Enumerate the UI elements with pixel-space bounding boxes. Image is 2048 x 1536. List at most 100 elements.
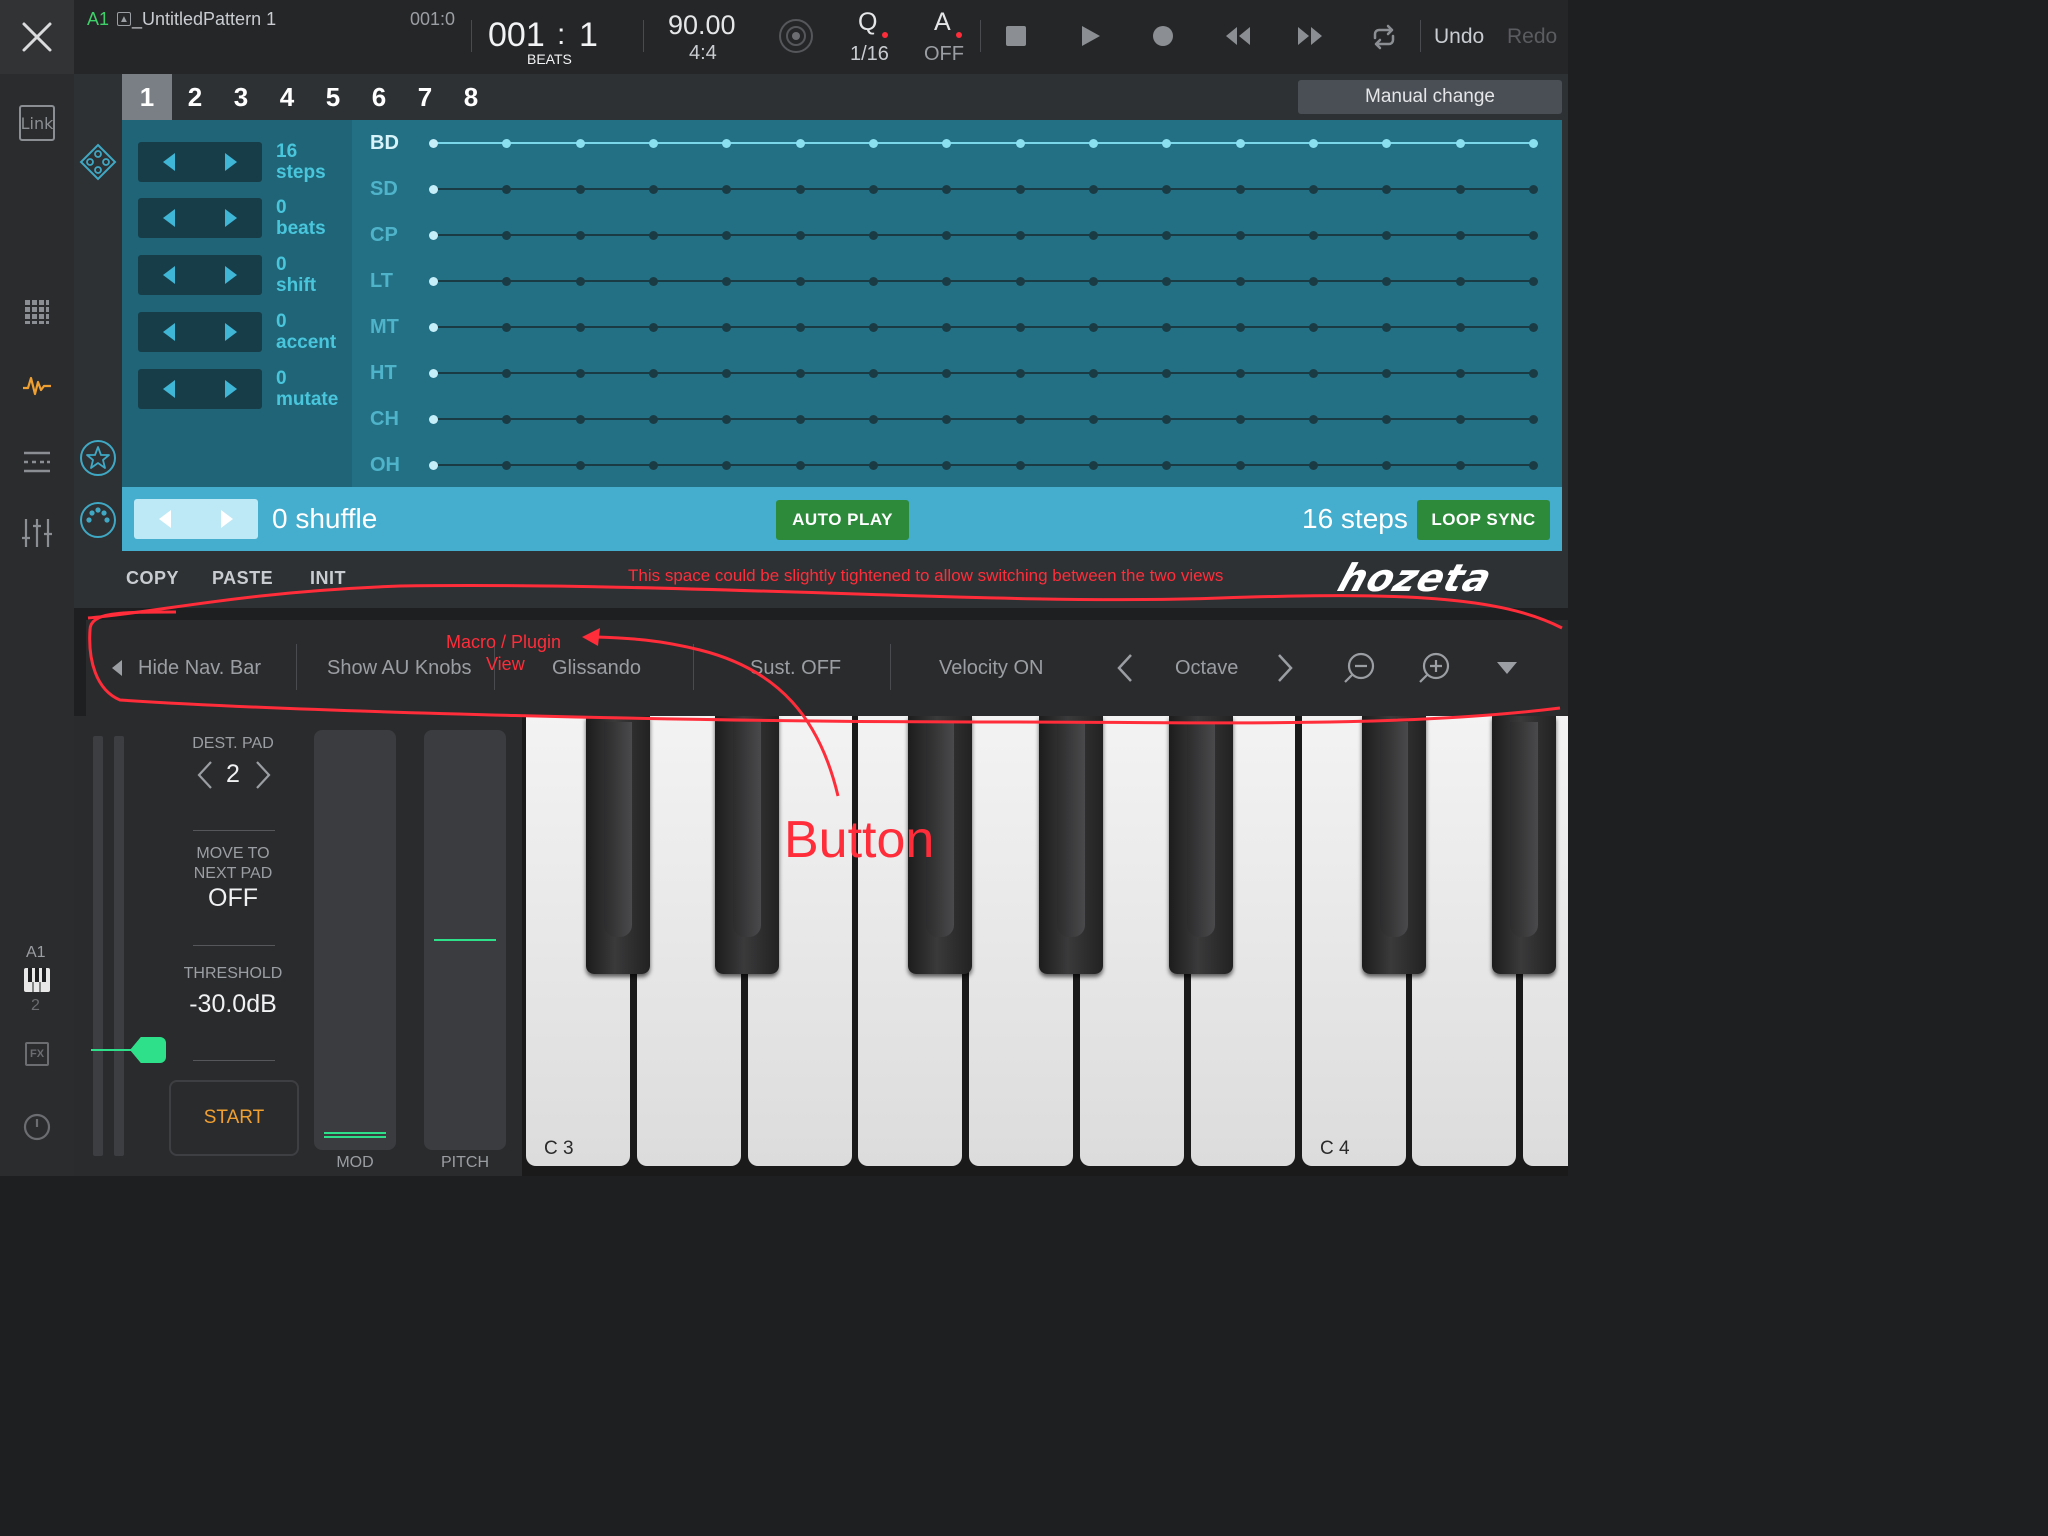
step-dot[interactable] <box>1382 323 1392 332</box>
step-dot[interactable] <box>575 323 585 332</box>
step-dot[interactable] <box>942 139 952 148</box>
step-dot[interactable] <box>1382 461 1392 470</box>
step-dot[interactable] <box>1382 185 1392 194</box>
arrow-right-icon[interactable] <box>216 508 238 530</box>
step-dot[interactable] <box>1309 323 1318 332</box>
step-dot[interactable] <box>1162 185 1172 194</box>
arrow-right-icon[interactable] <box>220 264 242 286</box>
drum-row-label[interactable]: MT <box>370 316 399 339</box>
step-dot[interactable] <box>502 461 512 470</box>
step-dot[interactable] <box>1162 323 1172 332</box>
step-dot[interactable] <box>869 415 878 424</box>
black-key[interactable] <box>1362 716 1426 974</box>
pattern-tab-6[interactable]: 6 <box>356 74 402 120</box>
auto-label[interactable]: A <box>934 8 951 37</box>
arrow-left-icon[interactable] <box>158 321 180 343</box>
step-dot[interactable] <box>1309 415 1318 424</box>
step-dot[interactable] <box>1529 369 1538 378</box>
quantize-value[interactable]: 1/16 <box>850 43 889 66</box>
black-key[interactable] <box>1039 716 1103 974</box>
step-dot[interactable] <box>722 369 732 378</box>
step-dot[interactable] <box>1015 369 1025 378</box>
step-dot[interactable] <box>1309 277 1318 286</box>
step-dot[interactable] <box>795 323 805 332</box>
velocity-button[interactable]: Velocity ON <box>939 620 1043 716</box>
threshold-value[interactable]: -30.0dB <box>170 990 296 1019</box>
drum-row-label[interactable]: LT <box>370 270 393 293</box>
drum-row-label[interactable]: SD <box>370 178 398 201</box>
step-dot[interactable] <box>575 231 585 240</box>
move-to-next-pad-value[interactable]: OFF <box>170 884 296 913</box>
step-dot[interactable] <box>1089 415 1098 424</box>
arrow-left-icon[interactable] <box>158 264 180 286</box>
arrow-right-icon[interactable] <box>220 321 242 343</box>
step-dot[interactable] <box>1309 369 1318 378</box>
arrow-right-icon[interactable] <box>220 207 242 229</box>
step-dot[interactable] <box>1235 461 1245 470</box>
step-dot[interactable] <box>1089 139 1098 148</box>
undo-button[interactable]: Undo <box>1434 25 1484 49</box>
step-dot[interactable] <box>722 415 732 424</box>
step-dot[interactable] <box>1089 461 1098 470</box>
manual-change-button[interactable]: Manual change <box>1298 80 1562 114</box>
auto-value[interactable]: OFF <box>924 43 964 66</box>
instrument-button[interactable] <box>0 966 74 994</box>
step-dot[interactable] <box>869 369 878 378</box>
step-dot[interactable] <box>502 415 512 424</box>
step-dot[interactable] <box>1529 415 1538 424</box>
step-dot[interactable] <box>1455 415 1465 424</box>
step-dot[interactable] <box>1382 277 1392 286</box>
step-dot[interactable] <box>1089 277 1098 286</box>
settings-knob-button[interactable] <box>0 1112 74 1142</box>
step-dot[interactable] <box>1162 277 1172 286</box>
shuffle-stepper[interactable] <box>134 499 258 539</box>
arrow-left-icon[interactable] <box>158 151 180 173</box>
step-dot[interactable] <box>575 185 585 194</box>
step-dot[interactable] <box>942 323 952 332</box>
pattern-tab-8[interactable]: 8 <box>448 74 494 120</box>
fast-forward-button[interactable] <box>1296 26 1324 51</box>
step-dot[interactable] <box>869 323 878 332</box>
mutate-stepper[interactable] <box>138 369 262 409</box>
stop-button[interactable] <box>1006 26 1026 46</box>
step-dot[interactable] <box>575 415 585 424</box>
sustain-button[interactable]: Sust. OFF <box>750 620 841 716</box>
octave-up-button[interactable] <box>1276 620 1294 716</box>
step-dot[interactable] <box>649 461 658 470</box>
step-dot[interactable] <box>1529 323 1538 332</box>
dest-pad-next-button[interactable] <box>254 760 272 795</box>
step-dot[interactable] <box>429 415 438 424</box>
fx-button[interactable]: FX <box>0 1040 74 1068</box>
step-dot[interactable] <box>1455 323 1465 332</box>
pattern-tab-5[interactable]: 5 <box>310 74 356 120</box>
step-dot[interactable] <box>575 461 585 470</box>
step-dot[interactable] <box>1162 139 1172 148</box>
arrow-right-icon[interactable] <box>220 378 242 400</box>
arrow-left-icon[interactable] <box>154 508 176 530</box>
step-dot[interactable] <box>502 231 512 240</box>
step-dot[interactable] <box>1089 185 1098 194</box>
black-key[interactable] <box>586 716 650 974</box>
record-button[interactable] <box>1153 26 1173 46</box>
step-dot[interactable] <box>649 139 658 148</box>
pattern-tab-4[interactable]: 4 <box>264 74 310 120</box>
step-dot[interactable] <box>1529 461 1538 470</box>
zoom-out-button[interactable] <box>1342 620 1376 716</box>
step-dot[interactable] <box>1015 323 1025 332</box>
step-dot[interactable] <box>502 277 512 286</box>
step-dot[interactable] <box>869 139 878 148</box>
step-dot[interactable] <box>1529 139 1538 148</box>
step-dot[interactable] <box>722 185 732 194</box>
step-dot[interactable] <box>795 369 805 378</box>
shift-stepper[interactable] <box>138 255 262 295</box>
step-dot[interactable] <box>1015 461 1025 470</box>
sequencer-view-button[interactable] <box>0 448 74 476</box>
step-dot[interactable] <box>1089 323 1098 332</box>
step-dot[interactable] <box>1235 415 1245 424</box>
step-dot[interactable] <box>795 231 805 240</box>
step-dot[interactable] <box>1235 139 1245 148</box>
step-dot[interactable] <box>1089 369 1098 378</box>
step-dot[interactable] <box>1235 231 1245 240</box>
pattern-tab-3[interactable]: 3 <box>218 74 264 120</box>
step-dot[interactable] <box>1235 277 1245 286</box>
